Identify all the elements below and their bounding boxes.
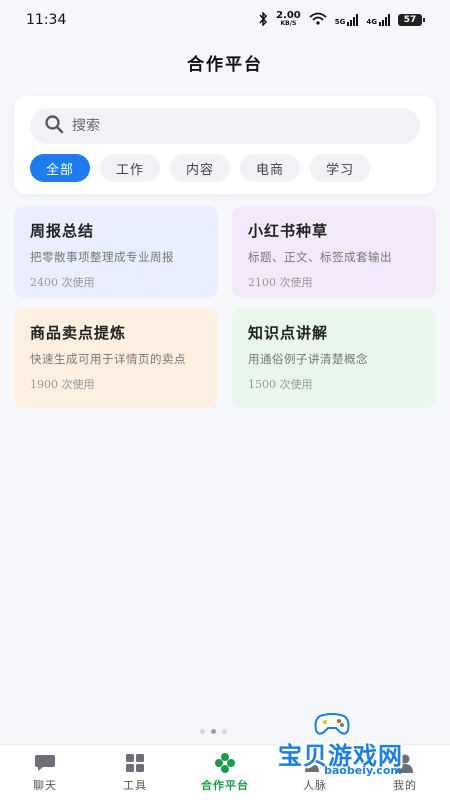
clover-icon xyxy=(214,752,236,774)
card-usage-count: 1500 次使用 xyxy=(248,378,313,391)
page-dot xyxy=(200,729,205,734)
filter-chip-study[interactable]: 学习 xyxy=(310,154,371,182)
status-time: 11:34 xyxy=(26,12,67,28)
tab-chat[interactable]: 聊天 xyxy=(0,745,90,800)
search-icon xyxy=(44,114,64,138)
filter-chip-ecommerce[interactable]: 电商 xyxy=(240,154,301,182)
card-usage-count: 2100 次使用 xyxy=(248,276,313,289)
wifi-icon xyxy=(309,12,327,28)
filter-chip-all[interactable]: 全部 xyxy=(30,154,91,182)
card-description: 把零散事项整理成专业周报 xyxy=(30,250,174,264)
net-speed-unit: KB/S xyxy=(280,20,297,27)
tab-label: 聊天 xyxy=(33,779,57,792)
filter-chips: 全部 工作 内容 电商 学习 xyxy=(30,154,371,182)
page-title: 合作平台 xyxy=(187,55,263,75)
page-indicator xyxy=(200,729,227,734)
search-box[interactable] xyxy=(30,108,420,144)
page-dot xyxy=(222,729,227,734)
bluetooth-icon xyxy=(258,10,268,29)
signal-bars-icon xyxy=(379,14,390,26)
card-description: 快速生成可用于详情页的卖点 xyxy=(30,352,186,366)
signal-4g: 4G xyxy=(366,14,390,26)
chat-icon xyxy=(34,752,56,774)
battery-icon: 57 xyxy=(398,14,425,26)
search-card: 全部 工作 内容 电商 学习 xyxy=(14,96,436,194)
net-speed-value: 2.00 xyxy=(276,10,301,21)
search-input[interactable] xyxy=(72,118,372,134)
page-dot-active xyxy=(211,729,216,734)
tab-tools[interactable]: 工具 xyxy=(90,745,180,800)
tab-label: 工具 xyxy=(123,779,147,792)
card-title: 商品卖点提炼 xyxy=(30,324,127,342)
tab-label: 合作平台 xyxy=(201,779,249,792)
signal-5g: 5G xyxy=(335,14,359,26)
watermark-url: baobeiy.com xyxy=(324,764,402,777)
template-card[interactable]: 商品卖点提炼 快速生成可用于详情页的卖点 1900 次使用 xyxy=(14,308,218,408)
template-card[interactable]: 小红书种草 标题、正文、标签成套输出 2100 次使用 xyxy=(232,206,436,298)
template-card[interactable]: 知识点讲解 用通俗例子讲清楚概念 1500 次使用 xyxy=(232,308,436,408)
grid-icon xyxy=(124,752,146,774)
signal-4g-label: 4G xyxy=(366,18,377,26)
card-usage-count: 2400 次使用 xyxy=(30,276,95,289)
card-description: 标题、正文、标签成套输出 xyxy=(248,250,392,264)
filter-chip-work[interactable]: 工作 xyxy=(100,154,161,182)
watermark-logo: 宝贝游戏网 baobeiy.com xyxy=(270,708,420,780)
filter-chip-content[interactable]: 内容 xyxy=(170,154,231,182)
status-icons: 2.00 KB/S 5G 4G 57 xyxy=(258,10,425,29)
template-card[interactable]: 周报总结 把零散事项整理成专业周报 2400 次使用 xyxy=(14,206,218,298)
signal-5g-label: 5G xyxy=(334,18,346,26)
signal-bars-icon xyxy=(347,14,359,26)
card-title: 周报总结 xyxy=(30,222,95,240)
status-bar: 11:34 2.00 KB/S 5G 4G 57 xyxy=(0,0,450,40)
tab-platform[interactable]: 合作平台 xyxy=(180,745,270,800)
card-title: 小红书种草 xyxy=(248,222,329,240)
network-speed: 2.00 KB/S xyxy=(276,10,301,28)
card-usage-count: 1900 次使用 xyxy=(30,378,95,391)
card-description: 用通俗例子讲清楚概念 xyxy=(248,352,368,366)
card-title: 知识点讲解 xyxy=(248,324,329,342)
